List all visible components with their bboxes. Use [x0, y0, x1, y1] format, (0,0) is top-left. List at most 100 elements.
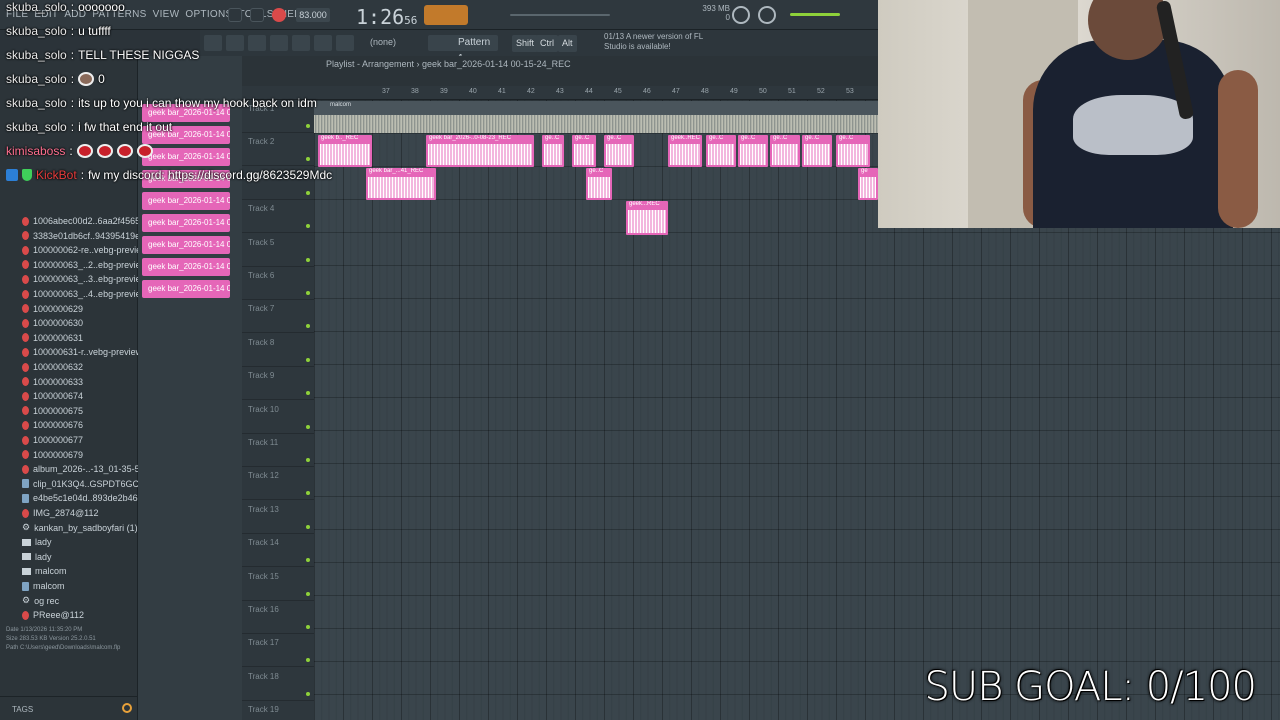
- browser-file[interactable]: 100000062-re..vebg-preview: [22, 243, 148, 257]
- track-header[interactable]: Track 16: [242, 601, 314, 634]
- chat-username[interactable]: skuba_solo: [6, 48, 67, 62]
- browser-file[interactable]: 100000063_..3..ebg-preview: [22, 272, 147, 286]
- master-pitch-slider[interactable]: [790, 13, 840, 16]
- pattern-clip[interactable]: ge..C: [738, 135, 768, 167]
- track-header[interactable]: Track 9: [242, 367, 314, 401]
- browser-file[interactable]: PReee@112: [22, 608, 84, 622]
- clip-label: ge..C: [741, 135, 756, 141]
- master-volume-slider[interactable]: [510, 14, 610, 16]
- chat-username[interactable]: kimisaboss: [6, 144, 65, 158]
- clip-waveform: [860, 177, 876, 198]
- chat-username[interactable]: KickBot: [36, 168, 77, 182]
- pattern-clip[interactable]: ge..C: [706, 135, 736, 167]
- track-mute-led[interactable]: [306, 625, 310, 629]
- track-header[interactable]: Track 14: [242, 534, 314, 568]
- track-header[interactable]: Track 19: [242, 701, 314, 720]
- webcam-shirt-graphic: [1073, 95, 1193, 155]
- pattern-item[interactable]: geek bar_2026-01-14 00: [142, 236, 230, 254]
- browser-file[interactable]: IMG_2874@112: [22, 506, 99, 520]
- browser-file[interactable]: 100000063_..4..ebg-preview: [22, 287, 147, 301]
- track-header[interactable]: Track 18: [242, 668, 314, 701]
- pattern-clip[interactable]: ge..C: [802, 135, 832, 167]
- track-mute-led[interactable]: [306, 291, 310, 295]
- track-mute-led[interactable]: [306, 524, 310, 529]
- pattern-clip[interactable]: geek...REC: [626, 201, 668, 235]
- browser-file[interactable]: 1000000675: [22, 404, 83, 418]
- browser-file[interactable]: 1000000631: [22, 331, 83, 345]
- chat-text: TELL THESE NIGGAS: [78, 48, 200, 62]
- tags-bar[interactable]: TAGS: [0, 696, 138, 720]
- alt-button[interactable]: Alt: [558, 35, 577, 52]
- track-header[interactable]: Track 17: [242, 634, 314, 668]
- power-icon[interactable]: [758, 6, 776, 24]
- chat-username[interactable]: skuba_solo: [6, 72, 67, 86]
- chat-username[interactable]: skuba_solo: [6, 120, 67, 134]
- browser-file[interactable]: malcom: [22, 579, 65, 593]
- tags-label: TAGS: [12, 705, 34, 714]
- chat-username[interactable]: skuba_solo: [6, 0, 67, 14]
- browser-file[interactable]: 1000000674: [22, 389, 83, 403]
- track-mute-led[interactable]: [306, 424, 310, 429]
- browser-file[interactable]: 3383e01db6cf..94395419e87: [22, 229, 150, 243]
- track-mute-led[interactable]: [306, 257, 310, 262]
- browser-file[interactable]: e4be5c1e04d..893de2b462c: [22, 491, 147, 505]
- update-notice[interactable]: 01/13 A newer version of FL Studio is av…: [604, 32, 704, 52]
- cpu-knob[interactable]: [732, 6, 750, 24]
- browser-file[interactable]: lady: [22, 535, 52, 549]
- track-mute-led[interactable]: [306, 558, 310, 563]
- chat-username[interactable]: skuba_solo: [6, 96, 67, 110]
- chat-separator: :: [80, 168, 85, 182]
- track-header[interactable]: Track 13: [242, 501, 314, 534]
- track-header[interactable]: Track 8: [242, 334, 314, 367]
- browser-file[interactable]: 1000000632: [22, 360, 83, 374]
- track-mute-led[interactable]: [306, 591, 310, 596]
- shift-button[interactable]: Shift: [512, 35, 539, 52]
- track-header[interactable]: Track 11: [242, 434, 314, 467]
- track-header[interactable]: Track 10: [242, 401, 314, 434]
- chat-username[interactable]: skuba_solo: [6, 24, 67, 38]
- track-mute-led[interactable]: [306, 391, 310, 396]
- pattern-item[interactable]: geek bar_2026-01-14 00: [142, 280, 230, 298]
- track-mute-led[interactable]: [306, 658, 310, 663]
- track-header[interactable]: Track 15: [242, 568, 314, 601]
- track-mute-led[interactable]: [306, 491, 310, 496]
- browser-file[interactable]: album_2026-..-13_01-35-58: [22, 462, 145, 476]
- track-header[interactable]: Track 5: [242, 234, 314, 267]
- pattern-clip[interactable]: ge..C: [542, 135, 564, 167]
- browser-file[interactable]: 1000000679: [22, 448, 83, 462]
- pattern-clip[interactable]: ge..C: [572, 135, 596, 167]
- audio-file-icon: [22, 362, 29, 372]
- browser-file[interactable]: 1000000630: [22, 316, 83, 330]
- track-header[interactable]: Track 7: [242, 300, 314, 334]
- track-header[interactable]: Track 6: [242, 267, 314, 300]
- browser-file[interactable]: 100000063_..2..ebg-preview: [22, 258, 147, 272]
- track-mute-led[interactable]: [306, 324, 310, 329]
- search-icon[interactable]: [122, 703, 132, 713]
- track-mute-led[interactable]: [306, 224, 310, 229]
- browser-file[interactable]: 1006abec00d2..6aa2f4565b6: [22, 214, 150, 228]
- pattern-clip[interactable]: ge..C: [604, 135, 634, 167]
- pattern-item[interactable]: geek bar_2026-01-14 00: [142, 258, 230, 276]
- ctrl-button[interactable]: Ctrl: [536, 35, 558, 52]
- track-mute-led[interactable]: [306, 458, 310, 462]
- track-mute-led[interactable]: [306, 691, 310, 696]
- pattern-clip[interactable]: ge..C: [770, 135, 800, 167]
- browser-file[interactable]: ⚙ og rec: [22, 594, 59, 608]
- pattern-clip[interactable]: ge..C: [836, 135, 870, 167]
- browser-file[interactable]: ⚙ kankan_by_sadboyfari (1): [22, 521, 138, 535]
- pattern-item[interactable]: geek bar_2026-01-14 00: [142, 214, 230, 232]
- pattern-clip[interactable]: ge: [858, 168, 878, 200]
- browser-file[interactable]: 1000000633: [22, 375, 83, 389]
- clip-waveform: [544, 144, 562, 165]
- browser-file[interactable]: malcom: [22, 564, 67, 578]
- browser-file[interactable]: 1000000676: [22, 418, 83, 432]
- browser-file[interactable]: 1000000629: [22, 302, 83, 316]
- browser-file[interactable]: 100000631-r..vebg-preview: [22, 345, 142, 359]
- browser-file[interactable]: 1000000677: [22, 433, 83, 447]
- track-header[interactable]: Track 12: [242, 467, 314, 501]
- pattern-clip[interactable]: geek..REC: [668, 135, 702, 167]
- track-mute-led[interactable]: [306, 357, 310, 362]
- browser-file[interactable]: lady: [22, 550, 52, 564]
- pattern-clip[interactable]: ge..C: [586, 168, 612, 200]
- chat-emote-icon: [116, 144, 133, 158]
